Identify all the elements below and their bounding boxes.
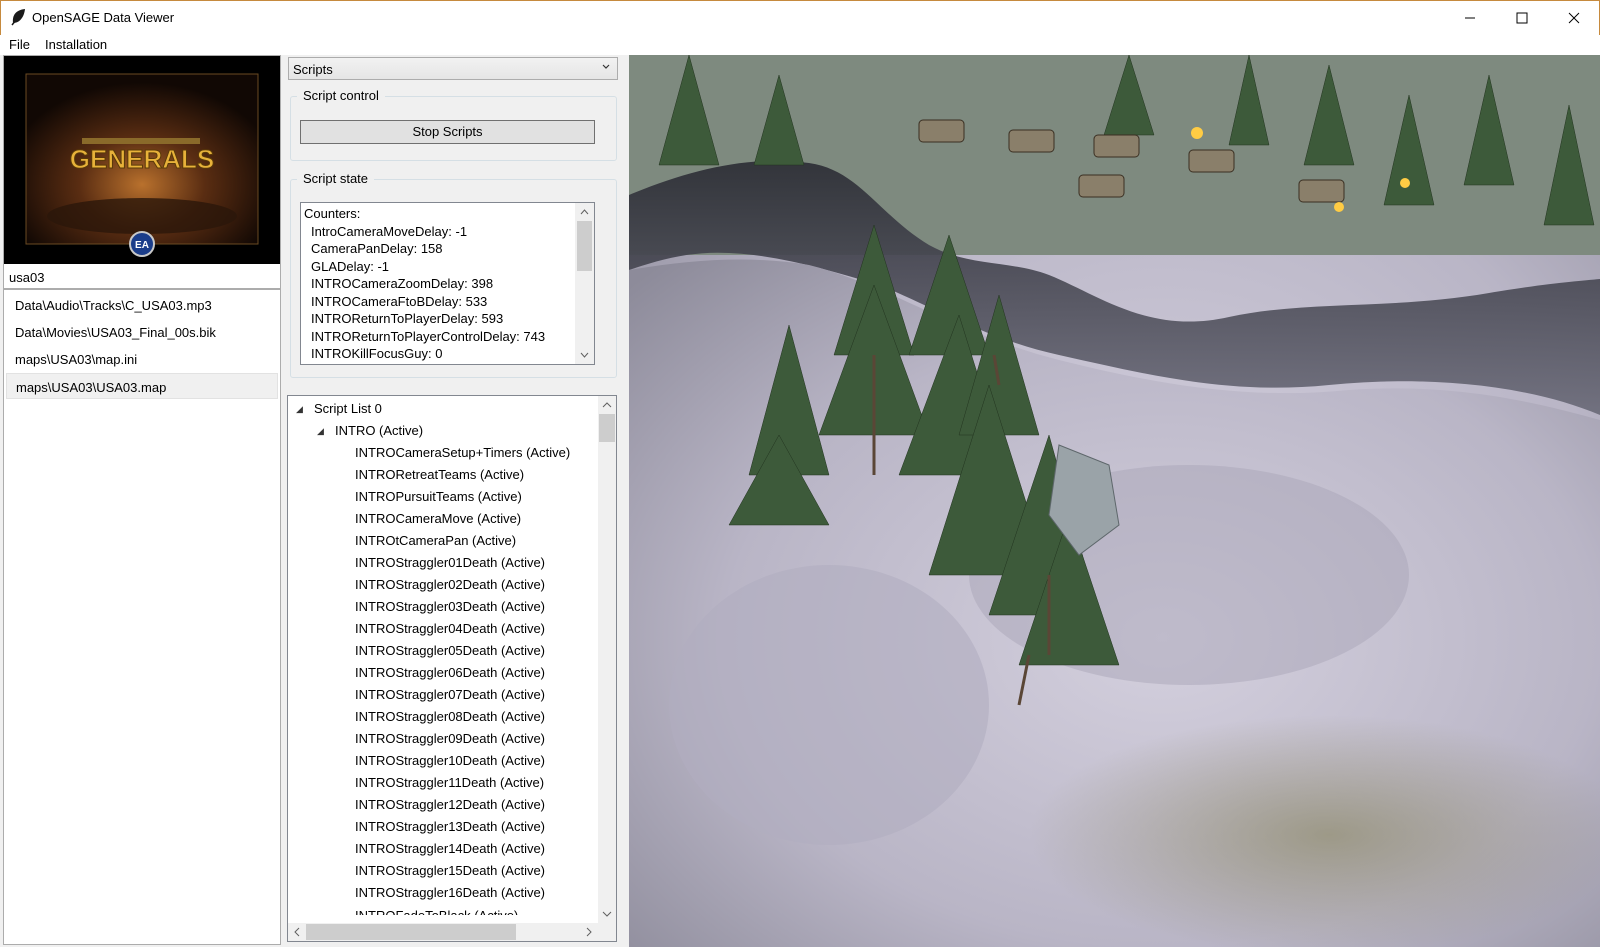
tree-script-node[interactable]: INTROStraggler05Death (Active) (355, 643, 545, 658)
tree-script-node[interactable]: INTROStraggler11Death (Active) (355, 775, 544, 790)
script-state-textbox[interactable]: Counters: IntroCameraMoveDelay: -1 Camer… (300, 202, 595, 365)
tree-vertical-scrollbar[interactable] (598, 396, 616, 923)
minimize-icon (1465, 17, 1475, 19)
tree-scroll-thumb[interactable] (599, 414, 615, 442)
file-list-item[interactable]: Data\Movies\USA03_Final_00s.bik (6, 319, 278, 345)
tree-hscroll-thumb[interactable] (306, 924, 516, 940)
tree-script-node[interactable]: INTROStraggler01Death (Active) (355, 555, 545, 570)
leaf-icon (11, 9, 25, 26)
state-line: INTROReturnToPlayerDelay: 593 (311, 311, 504, 326)
state-line: INTROKillFocusGuy: 0 (311, 346, 443, 361)
tree-script-node[interactable]: INTROStraggler09Death (Active) (355, 731, 545, 746)
tree-script-node[interactable]: INTROStraggler14Death (Active) (355, 841, 545, 856)
scroll-down-icon[interactable] (575, 348, 594, 362)
tree-group-node[interactable]: INTRO (Active) (335, 423, 423, 438)
tree-script-node[interactable]: INTRORetreatTeams (Active) (355, 467, 524, 482)
dropdown-value: Scripts (293, 62, 333, 77)
state-scroll-thumb[interactable] (577, 221, 592, 271)
tree-root-node[interactable]: Script List 0 (314, 401, 382, 416)
scroll-up-icon[interactable] (598, 398, 616, 412)
menu-installation[interactable]: Installation (45, 37, 107, 52)
view-selector-dropdown[interactable]: Scripts (288, 57, 618, 80)
tree-script-node[interactable]: INTROStraggler07Death (Active) (355, 687, 545, 702)
state-line: GLADelay: -1 (311, 259, 390, 274)
scripts-panel: Scripts Script control Stop Scripts Scri… (283, 55, 622, 945)
file-list-item-selected[interactable]: maps\USA03\USA03.map (6, 373, 278, 399)
file-list-item[interactable]: maps\USA03\map.ini (6, 346, 278, 372)
tree-script-node[interactable]: INTROStraggler02Death (Active) (355, 577, 545, 592)
close-icon (1568, 12, 1580, 24)
menu-bar: File Installation (0, 35, 1600, 55)
state-line: INTROReturnToPlayerControlDelay: 743 (311, 329, 546, 344)
state-line: IntroCameraMoveDelay: -1 (311, 224, 468, 239)
tree-script-node[interactable]: INTROStraggler13Death (Active) (355, 819, 545, 834)
tree-script-node[interactable]: INTROCameraSetup+Timers (Active) (355, 445, 570, 460)
collapse-arrow-icon[interactable]: ◢ (317, 426, 324, 437)
script-tree[interactable]: ◢ Script List 0 ◢ INTRO (Active) INTROCa… (287, 395, 617, 942)
tree-script-node[interactable]: INTROPursuitTeams (Active) (355, 489, 522, 504)
state-line: Counters: (304, 206, 361, 221)
tree-script-node[interactable]: INTROStraggler12Death (Active) (355, 797, 545, 812)
tree-script-node[interactable]: INTROStraggler16Death (Active) (355, 885, 545, 900)
tree-script-node[interactable]: INTROStraggler04Death (Active) (355, 621, 545, 636)
generals-logo-text: GENERALS (70, 144, 214, 174)
stop-scripts-button[interactable]: Stop Scripts (300, 120, 595, 144)
search-input[interactable]: usa03 (4, 265, 280, 290)
script-state-label: Script state (297, 171, 375, 186)
tree-script-node[interactable]: INTROCameraMove (Active) (355, 511, 521, 526)
collapse-arrow-icon[interactable]: ◢ (296, 404, 303, 415)
state-line: INTROCameraZoomDelay: 398 (311, 276, 494, 291)
title-bar[interactable]: OpenSAGE Data Viewer (0, 0, 1600, 35)
menu-file[interactable]: File (9, 37, 30, 52)
window-title: OpenSAGE Data Viewer (32, 10, 175, 25)
scroll-down-icon[interactable] (598, 907, 616, 921)
generals-cover-art: GENERALS EA (4, 56, 280, 264)
file-browser-panel: GENERALS EA usa03 Data\Audio\Tracks\C_US… (3, 55, 281, 945)
state-line: INTROCameraFtoBDelay: 533 (311, 294, 488, 309)
scroll-up-icon[interactable] (575, 205, 594, 219)
3d-map-viewport[interactable] (629, 55, 1600, 947)
ea-badge-text: EA (135, 240, 149, 251)
file-list-item[interactable]: Data\Audio\Tracks\C_USA03.mp3 (6, 292, 278, 318)
state-line: CameraPanDelay: 158 (311, 241, 443, 256)
game-thumbnail: GENERALS EA (4, 56, 280, 264)
tree-script-node[interactable]: INTROStraggler08Death (Active) (355, 709, 545, 724)
scroll-left-icon[interactable] (290, 923, 304, 941)
tree-script-node[interactable]: INTROStraggler15Death (Active) (355, 863, 545, 878)
scroll-right-icon[interactable] (582, 923, 596, 941)
tree-script-node[interactable]: INTROStraggler06Death (Active) (355, 665, 545, 680)
script-control-group: Script control Stop Scripts (290, 88, 617, 161)
tree-script-node[interactable]: INTROtCameraPan (Active) (355, 533, 516, 548)
tree-script-node-partial[interactable]: INTROFadeToBlack (Active) (355, 908, 518, 915)
chevron-down-icon (602, 64, 610, 69)
close-button[interactable] (1548, 1, 1600, 35)
terrain-render (629, 55, 1600, 947)
script-control-label: Script control (297, 88, 385, 103)
maximize-button[interactable] (1496, 1, 1548, 35)
maximize-icon (1516, 12, 1528, 24)
script-state-group: Script state Counters: IntroCameraMoveDe… (290, 171, 617, 378)
scroll-corner (598, 923, 616, 941)
minimize-button[interactable] (1444, 1, 1496, 35)
tree-horizontal-scrollbar[interactable] (288, 923, 598, 941)
tree-script-node[interactable]: INTROStraggler10Death (Active) (355, 753, 545, 768)
tree-script-node[interactable]: INTROStraggler03Death (Active) (355, 599, 545, 614)
state-scrollbar[interactable] (575, 203, 594, 364)
